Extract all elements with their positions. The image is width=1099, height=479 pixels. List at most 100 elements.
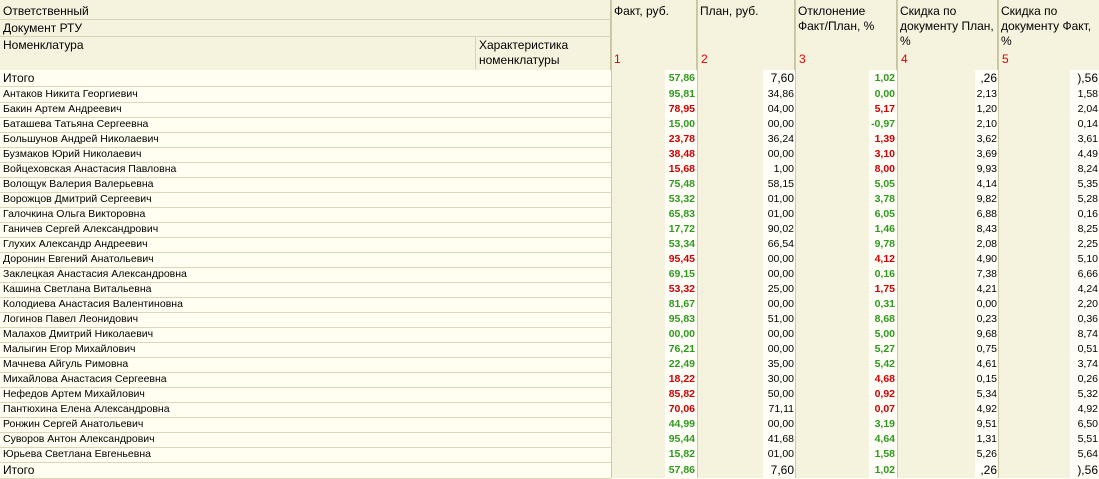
fact-value: 53,32: [668, 193, 695, 205]
employee-name: Антаков Никита Георгиевич: [3, 88, 138, 100]
discount-plan-value: 8,43: [976, 223, 997, 235]
deviation-value: -0,97: [871, 118, 895, 130]
employee-name: Малахов Дмитрий Николаевич: [3, 328, 154, 340]
table-row: Баташева Татьяна Сергеевна 15,00 00,00 -0,9…: [0, 117, 1099, 132]
deviation-value: 6,05: [874, 208, 895, 220]
deviation-value: 3,19: [874, 418, 895, 430]
table-row: Бузмаков Юрий Николаевич 38,48 00,00 3,10 3,…: [0, 147, 1099, 162]
header-deviation: Отклонение Факт/План, %: [795, 0, 897, 70]
deviation-value: 3,78: [874, 193, 895, 205]
deviation-value: 9,78: [874, 238, 895, 250]
discount-plan-value: 4,90: [976, 253, 997, 265]
fact-value: 18,22: [668, 373, 695, 385]
discount-fact-value: 0,14: [1077, 118, 1098, 130]
fact-value: 17,72: [668, 223, 695, 235]
discount-fact-value: 2,20: [1077, 298, 1098, 310]
header-discount-fact: Скидка по документу Факт, %: [998, 0, 1099, 70]
table-row: Заклецкая Анастасия Александровна 69,15 00…: [0, 267, 1099, 282]
table-row: Суворов Антон Александрович 95,44 41,68 4,6…: [0, 432, 1099, 447]
fact-value: 76,21: [668, 343, 695, 355]
discount-fact-value: 6,50: [1077, 418, 1098, 430]
total-label: Итого: [3, 463, 35, 477]
discount-plan-value: 9,82: [976, 193, 997, 205]
table-row: Галочкина Ольга Викторовна 65,83 01,00 6,05…: [0, 207, 1099, 222]
deviation-value: 1,58: [874, 448, 895, 460]
employee-name: Ронжин Сергей Анатольевич: [3, 418, 144, 430]
header-characteristic: Характеристика номенклатуры: [479, 38, 569, 67]
plan-value: 36,24: [767, 133, 794, 145]
plan-value: 25,00: [767, 283, 794, 295]
discount-plan-value: 2,13: [976, 88, 997, 100]
total-row: Итого 57,86 7,60 1,02 ,26),56: [0, 71, 1099, 86]
table-row: Малыгин Егор Михайлович 76,21 00,00 5,27 0,7…: [0, 342, 1099, 357]
plan-value: 00,00: [767, 418, 794, 430]
discount-fact-value: 0,16: [1077, 208, 1098, 220]
header-discount-fact-label: Скидка по документу Факт, %: [1001, 4, 1092, 48]
fact-value: 95,45: [668, 253, 695, 265]
table-row: Большунов Андрей Николаевич 23,78 36,24 1,3…: [0, 132, 1099, 147]
table-row: Глухих Александр Андреевич 53,34 66,54 9,78…: [0, 237, 1099, 252]
plan-value: 71,11: [768, 403, 795, 415]
deviation-value: 5,00: [874, 328, 895, 340]
fact-value: 70,06: [668, 403, 695, 415]
employee-name: Логинов Павел Леонидович: [3, 313, 139, 325]
plan-value: 50,00: [767, 388, 794, 400]
plan-value: 00,00: [767, 118, 794, 130]
fact-value: 15,82: [668, 448, 695, 460]
col-number-3: 3: [799, 52, 806, 66]
deviation-value: 1,75: [874, 283, 895, 295]
discount-fact-value: 0,51: [1077, 343, 1098, 355]
discount-fact-value: 2,04: [1077, 103, 1098, 115]
fact-value: 69,15: [668, 268, 695, 280]
employee-name: Глухих Александр Андреевич: [3, 238, 148, 250]
discount-fact-value: 5,28: [1077, 193, 1098, 205]
table-row: Юрьева Светлана Евгеньевна 15,82 01,00 1,58…: [0, 447, 1099, 462]
header-plan: План, руб.: [697, 0, 795, 70]
employee-name: Баташева Татьяна Сергеевна: [3, 118, 149, 130]
fact-value: 15,68: [668, 163, 695, 175]
employee-name: Волощук Валерия Валерьевна: [3, 178, 154, 190]
plan-value: 01,00: [767, 448, 794, 460]
fact-value: 53,34: [668, 238, 695, 250]
fact-value: 95,44: [668, 433, 695, 445]
fact-value: 44,99: [668, 418, 695, 430]
table-row: Нефедов Артем Михайлович 85,82 50,00 0,92 5,…: [0, 387, 1099, 402]
deviation-value: 0,16: [874, 268, 895, 280]
discount-fact-value: ),56: [1077, 463, 1098, 477]
header-fact: Факт, руб.: [611, 0, 697, 70]
plan-value: 00,00: [767, 343, 794, 355]
plan-value: 00,00: [767, 298, 794, 310]
discount-plan-value: 0,75: [976, 343, 997, 355]
report-table: Ответственный Документ РТУ Номенклатура …: [0, 0, 1099, 479]
total-label: Итого: [3, 71, 35, 85]
table-row: Михайлова Анастасия Сергеевна 18,22 30,00 4…: [0, 372, 1099, 387]
discount-plan-value: 0,23: [976, 313, 997, 325]
deviation-value: 0,07: [874, 403, 895, 415]
plan-value: 7,60: [770, 463, 794, 477]
discount-fact-value: 4,24: [1077, 283, 1098, 295]
deviation-value: 5,42: [874, 358, 895, 370]
employee-name: Пантюхина Елена Александровна: [3, 403, 170, 415]
employee-name: Заклецкая Анастасия Александровна: [3, 268, 187, 280]
employee-name: Мачнева Айгуль Римовна: [3, 358, 129, 370]
deviation-value: 0,92: [874, 388, 895, 400]
plan-value: 00,00: [767, 268, 794, 280]
table-row: Пантюхина Елена Александровна 70,06 71,11 0…: [0, 402, 1099, 417]
employee-name: Доронин Евгений Анатольевич: [3, 253, 154, 265]
header-responsible: Ответственный: [3, 4, 89, 18]
discount-plan-value: 5,34: [976, 388, 997, 400]
deviation-value: 4,12: [874, 253, 895, 265]
deviation-value: 1,39: [874, 133, 895, 145]
fact-value: 15,00: [668, 118, 695, 130]
fact-value: 65,83: [668, 208, 695, 220]
discount-plan-value: 4,21: [976, 283, 997, 295]
discount-fact-value: 0,36: [1077, 313, 1098, 325]
header-document: Документ РТУ: [3, 21, 82, 35]
employee-name: Войцеховская Анастасия Павловна: [3, 163, 177, 175]
deviation-value: 0,00: [874, 88, 895, 100]
table-row: Антаков Никита Георгиевич 95,81 34,86 0,00 2…: [0, 87, 1099, 102]
fact-value: 38,48: [668, 148, 695, 160]
header-discount-plan: Скидка по документу План, %: [897, 0, 998, 70]
discount-fact-value: 8,24: [1077, 163, 1098, 175]
discount-fact-value: 5,32: [1077, 388, 1098, 400]
